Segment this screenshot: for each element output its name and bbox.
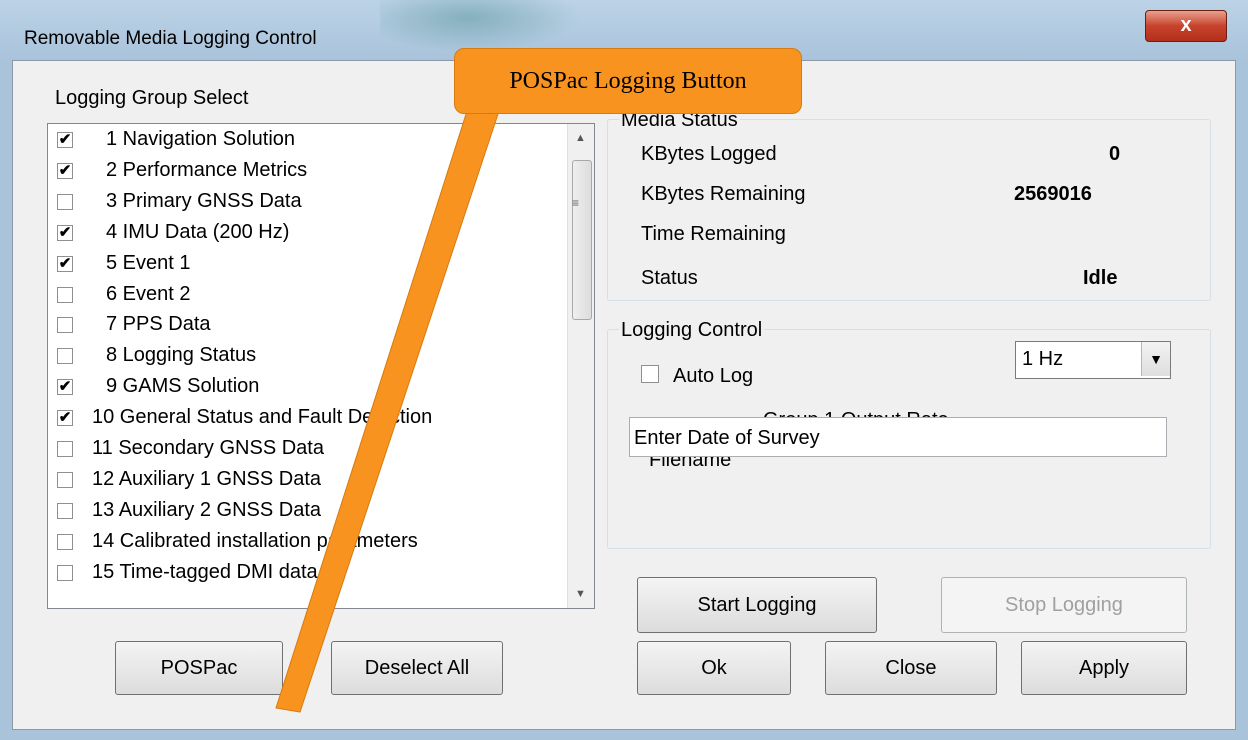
pospac-callout: POSPac Logging Button	[454, 48, 802, 114]
window-frame: Removable Media Logging Control x Loggin…	[0, 0, 1248, 740]
